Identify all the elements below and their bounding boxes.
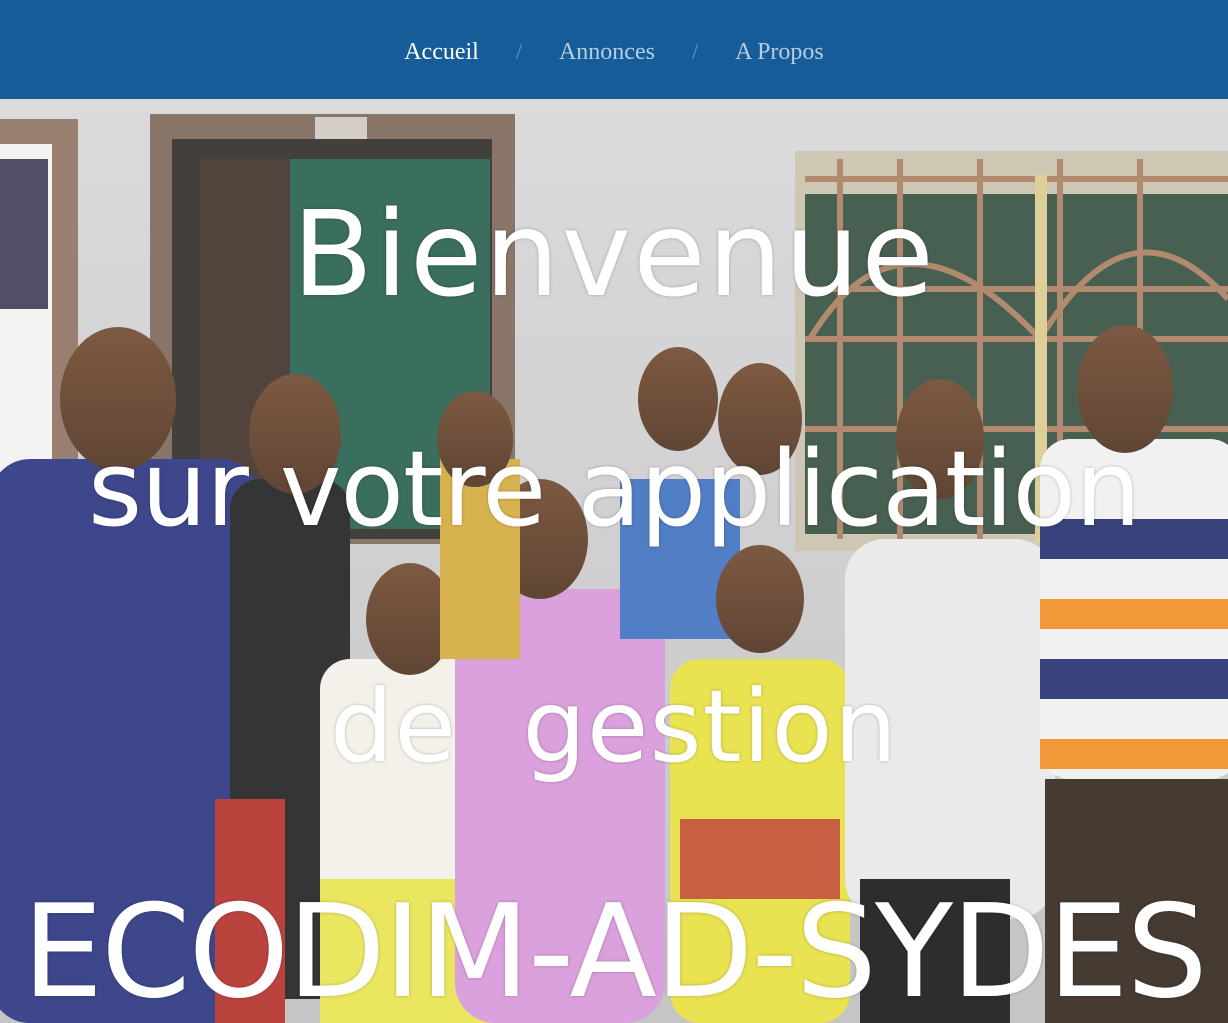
hero-title-line-2: sur votre application	[87, 428, 1141, 550]
hero-banner: Bienvenue sur votre application de gesti…	[0, 99, 1228, 1023]
nav-link-annonces[interactable]: Annonces	[556, 39, 658, 66]
nav-link-accueil[interactable]: Accueil	[401, 39, 482, 66]
hero-title-line-4: ECODIM-AD-SYDES	[22, 878, 1208, 1023]
main-nav: Accueil / Annonces / A Propos	[0, 36, 1228, 68]
hero-title-line-1: Bienvenue	[292, 185, 936, 323]
nav-link-a-propos[interactable]: A Propos	[732, 39, 827, 66]
nav-separator: /	[691, 39, 699, 64]
hero-title-line-3: de gestion	[329, 668, 899, 785]
top-navbar: Accueil / Annonces / A Propos	[0, 0, 1228, 99]
nav-separator: /	[515, 39, 522, 64]
